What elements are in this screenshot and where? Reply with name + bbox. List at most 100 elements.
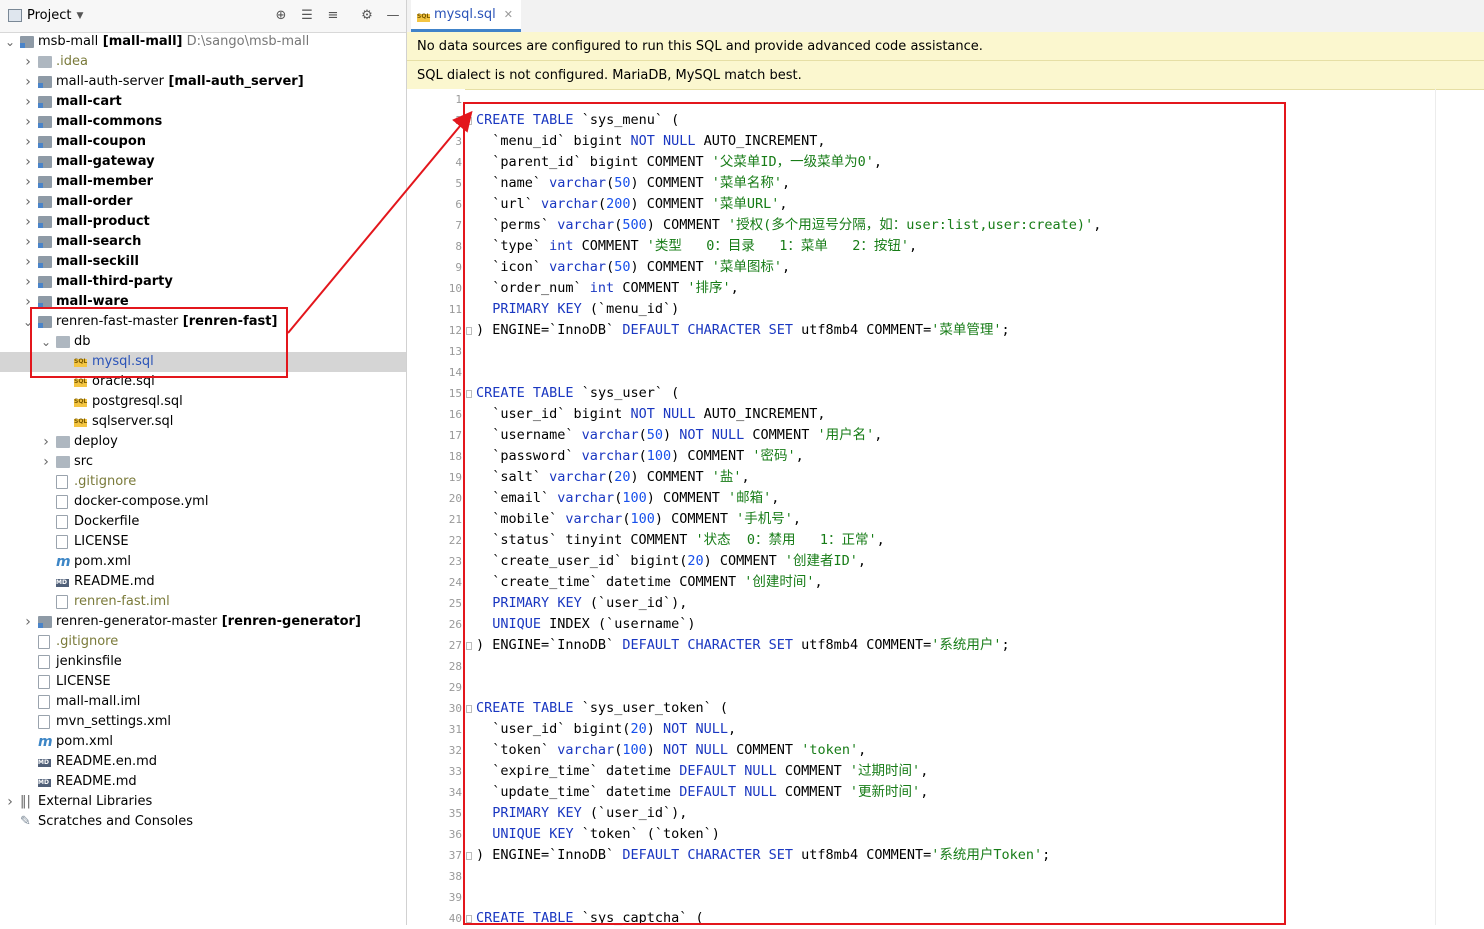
tree-item[interactable]: jenkinsfile bbox=[0, 652, 406, 672]
fold-marker-icon[interactable] bbox=[466, 705, 472, 713]
tree-item[interactable]: › mall-search bbox=[0, 232, 406, 252]
tree-item[interactable]: mvn_settings.xml bbox=[0, 712, 406, 732]
tree-item-label: mall-gateway bbox=[56, 154, 155, 169]
line-number: 15 bbox=[448, 387, 462, 400]
tree-item[interactable]: › mall-coupon bbox=[0, 132, 406, 152]
fold-marker-icon[interactable] bbox=[466, 327, 472, 335]
tab-mysql-sql[interactable]: SQL mysql.sql ✕ bbox=[411, 0, 521, 32]
tree-item[interactable]: .gitignore bbox=[0, 472, 406, 492]
chevron-right-icon[interactable]: › bbox=[22, 172, 34, 192]
tree-item[interactable]: › mall-gateway bbox=[0, 152, 406, 172]
chevron-down-icon[interactable]: ⌄ bbox=[22, 312, 34, 332]
chevron-right-icon[interactable]: › bbox=[40, 452, 52, 472]
tree-item[interactable]: ✎ Scratches and Consoles bbox=[0, 812, 406, 832]
fold-marker-icon[interactable] bbox=[466, 852, 472, 860]
markdown-icon: MD bbox=[38, 779, 51, 787]
tree-item[interactable]: LICENSE bbox=[0, 532, 406, 552]
tree-item[interactable]: MD README.md bbox=[0, 572, 406, 592]
chevron-right-icon[interactable]: › bbox=[22, 72, 34, 92]
tree-item[interactable]: › mall-member bbox=[0, 172, 406, 192]
tree-item[interactable]: › .idea bbox=[0, 52, 406, 72]
tree-item[interactable]: renren-fast.iml bbox=[0, 592, 406, 612]
file-icon bbox=[56, 515, 68, 529]
tree-item-label: src bbox=[74, 454, 93, 469]
editor-tab-bar: SQL mysql.sql ✕ bbox=[407, 0, 1484, 33]
module-folder-icon bbox=[38, 96, 52, 108]
tree-item[interactable]: › mall-order bbox=[0, 192, 406, 212]
tree-item[interactable]: › mall-seckill bbox=[0, 252, 406, 272]
code-line: `name` varchar(50) COMMENT '菜单名称', bbox=[476, 175, 791, 191]
tree-item[interactable]: MD README.en.md bbox=[0, 752, 406, 772]
chevron-right-icon[interactable]: › bbox=[22, 212, 34, 232]
tree-item[interactable]: SQL postgresql.sql bbox=[0, 392, 406, 412]
project-view-selector[interactable]: Project ▼ bbox=[8, 8, 83, 23]
chevron-right-icon[interactable]: › bbox=[22, 272, 34, 292]
chevron-right-icon[interactable]: › bbox=[22, 152, 34, 172]
chevron-right-icon[interactable]: › bbox=[40, 432, 52, 452]
tree-item-label: renren-fast-master [renren-fast] bbox=[56, 314, 278, 329]
tree-item[interactable]: docker-compose.yml bbox=[0, 492, 406, 512]
tree-item-label: jenkinsfile bbox=[56, 654, 122, 669]
code-editor[interactable]: CREATE TABLE `sys_menu` ( `menu_id` bigi… bbox=[476, 89, 1476, 926]
fold-marker-icon[interactable] bbox=[466, 915, 472, 923]
code-line: CREATE TABLE `sys_captcha` ( bbox=[476, 910, 704, 926]
tree-item[interactable]: ⌄ renren-fast-master [renren-fast] bbox=[0, 312, 406, 332]
tree-item[interactable]: mall-mall.iml bbox=[0, 692, 406, 712]
line-number: 35 bbox=[448, 807, 462, 820]
tree-item[interactable]: SQL mysql.sql bbox=[0, 352, 406, 372]
chevron-down-icon[interactable]: ⌄ bbox=[4, 32, 16, 52]
tree-item[interactable]: Dockerfile bbox=[0, 512, 406, 532]
fold-marker-icon[interactable] bbox=[466, 390, 472, 398]
sql-file-icon: SQL bbox=[417, 12, 431, 22]
tree-item[interactable]: › src bbox=[0, 452, 406, 472]
tree-item-label: oracle.sql bbox=[92, 374, 155, 389]
sql-file-icon: SQL bbox=[74, 358, 88, 367]
tree-item[interactable]: ⌄ db bbox=[0, 332, 406, 352]
chevron-right-icon[interactable]: › bbox=[22, 252, 34, 272]
module-folder-icon bbox=[38, 276, 52, 288]
chevron-down-icon[interactable]: ⌄ bbox=[40, 332, 52, 352]
chevron-right-icon[interactable]: › bbox=[22, 612, 34, 632]
close-icon[interactable]: ✕ bbox=[504, 8, 513, 21]
expand-all-icon[interactable]: ☰ bbox=[300, 9, 314, 23]
chevron-right-icon[interactable]: › bbox=[22, 292, 34, 312]
tree-item[interactable]: MD README.md bbox=[0, 772, 406, 792]
tree-item[interactable]: › renren-generator-master [renren-generat… bbox=[0, 612, 406, 632]
line-number: 21 bbox=[448, 513, 462, 526]
tree-item[interactable]: › deploy bbox=[0, 432, 406, 452]
file-icon bbox=[56, 595, 68, 609]
tree-item[interactable]: m pom.xml bbox=[0, 732, 406, 752]
locate-file-icon[interactable]: ⊕ bbox=[274, 9, 288, 23]
chevron-right-icon[interactable]: › bbox=[22, 192, 34, 212]
chevron-right-icon[interactable]: › bbox=[22, 92, 34, 112]
tree-item[interactable]: .gitignore bbox=[0, 632, 406, 652]
tree-item[interactable]: SQL oracle.sql bbox=[0, 372, 406, 392]
tree-item[interactable]: › mall-third-party bbox=[0, 272, 406, 292]
chevron-right-icon[interactable]: › bbox=[4, 792, 16, 812]
tree-item-label: mall-ware bbox=[56, 294, 129, 309]
chevron-right-icon[interactable]: › bbox=[22, 112, 34, 132]
hide-panel-icon[interactable]: — bbox=[386, 9, 400, 23]
tree-item[interactable]: › mall-ware bbox=[0, 292, 406, 312]
tree-item[interactable]: ⌄ msb-mall [mall-mall] D:\sango\msb-mall bbox=[0, 32, 406, 52]
chevron-right-icon[interactable]: › bbox=[22, 52, 34, 72]
code-line: `mobile` varchar(100) COMMENT '手机号', bbox=[476, 511, 802, 527]
chevron-right-icon[interactable]: › bbox=[22, 132, 34, 152]
tree-item[interactable]: › ‖| External Libraries bbox=[0, 792, 406, 812]
chevron-right-icon[interactable]: › bbox=[22, 232, 34, 252]
collapse-all-icon[interactable]: ≡ bbox=[326, 9, 340, 23]
tree-item[interactable]: › mall-cart bbox=[0, 92, 406, 112]
line-number: 27 bbox=[448, 639, 462, 652]
editor-area: SQL mysql.sql ✕ No data sources are conf… bbox=[407, 0, 1484, 926]
tree-item[interactable]: LICENSE bbox=[0, 672, 406, 692]
fold-marker-icon[interactable] bbox=[466, 117, 472, 125]
gear-icon[interactable]: ⚙ bbox=[360, 9, 374, 23]
tree-item[interactable]: m pom.xml bbox=[0, 552, 406, 572]
tree-item[interactable]: › mall-auth-server [mall-auth_server] bbox=[0, 72, 406, 92]
fold-marker-icon[interactable] bbox=[466, 642, 472, 650]
line-number: 2 bbox=[455, 114, 462, 127]
tree-item[interactable]: SQL sqlserver.sql bbox=[0, 412, 406, 432]
tree-item[interactable]: › mall-commons bbox=[0, 112, 406, 132]
tree-item[interactable]: › mall-product bbox=[0, 212, 406, 232]
line-number: 4 bbox=[455, 156, 462, 169]
